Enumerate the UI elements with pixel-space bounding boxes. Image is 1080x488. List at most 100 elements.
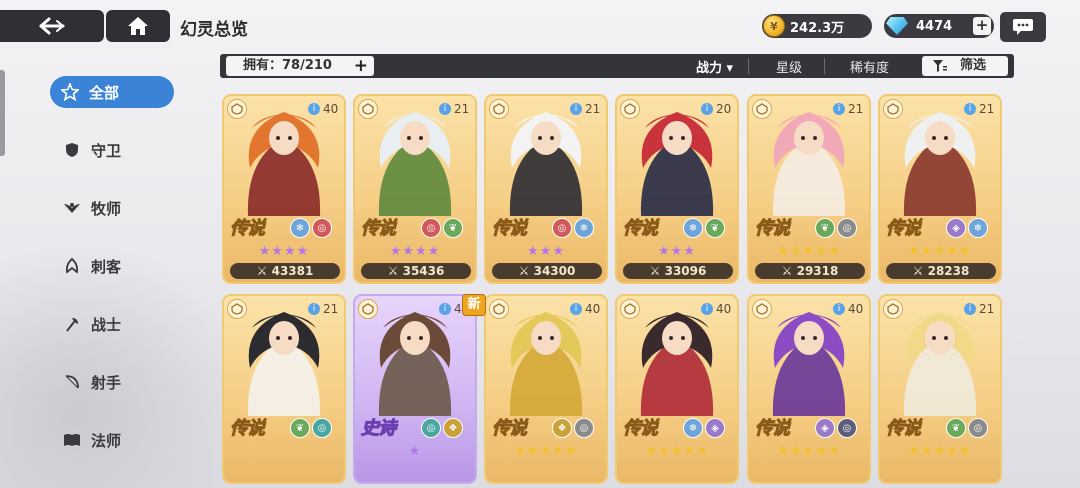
element-icons: ❦ ◎: [815, 218, 857, 238]
character-card[interactable]: i 21 传说 ❦ ◎ ★★★★★ ⚔ 29318: [747, 94, 871, 284]
chat-bubble-icon: [1013, 19, 1033, 35]
character-card[interactable]: i 40 传说 ◈ ◎ ★★★★★: [747, 294, 871, 484]
level-icon: i: [439, 103, 451, 115]
star-outline-icon: [59, 83, 81, 101]
level-icon: i: [964, 303, 976, 315]
home-button[interactable]: [106, 10, 170, 42]
void-element-icon: ◈: [815, 418, 835, 438]
void-element-icon: ◈: [946, 218, 966, 238]
sidebar-item-mage[interactable]: 法师: [52, 424, 174, 456]
swords-icon: ⚔: [256, 264, 272, 278]
level-indicator: i 21: [308, 302, 338, 316]
power-value: 29318: [796, 264, 839, 278]
character-card[interactable]: i40史诗◎❖★: [353, 294, 477, 484]
level-value: 40: [848, 302, 864, 316]
level-value: 21: [848, 102, 864, 116]
star-rating: ★: [408, 444, 422, 459]
gold-currency[interactable]: ¥ 242.3万: [762, 14, 872, 38]
character-card[interactable]: i 21 传说 ❦ ◎: [222, 294, 346, 484]
class-icon: [883, 99, 903, 119]
class-icon: [883, 299, 903, 319]
level-value: 21: [585, 102, 601, 116]
star-rating: ★★★★★: [908, 444, 972, 459]
level-icon: i: [833, 303, 845, 315]
top-bar: 幻灵总览 ¥ 242.3万 4474 +: [0, 10, 1080, 44]
divider: [824, 58, 825, 74]
star-rating: ★★★★★: [514, 444, 578, 459]
sidebar-item-guard[interactable]: 守卫: [52, 134, 174, 166]
sidebar-item-label: 刺客: [91, 257, 122, 276]
chat-button[interactable]: [1000, 12, 1046, 42]
sidebar-item-priest[interactable]: 牧师: [52, 192, 174, 224]
level-value: 40: [585, 302, 601, 316]
level-icon: i: [701, 103, 713, 115]
sort-rarity-button[interactable]: 稀有度: [850, 57, 889, 76]
class-icon: [620, 299, 640, 319]
sidebar-item-all[interactable]: 全部: [50, 76, 174, 108]
ice-element-icon: ❄: [968, 218, 988, 238]
swords-icon: ⚔: [518, 264, 534, 278]
wings-icon: [61, 201, 83, 215]
gem-currency: 4474 +: [884, 14, 994, 38]
level-value: 40: [716, 302, 732, 316]
new-badge: 新: [462, 294, 486, 316]
rarity-label: 传说: [886, 218, 922, 240]
water-element-icon: ◎: [312, 418, 332, 438]
level-value: 21: [979, 302, 995, 316]
rarity-label: 传说: [755, 418, 791, 440]
expand-capacity-button[interactable]: +: [354, 56, 368, 76]
book-icon: [61, 433, 83, 447]
star-rating: ★★★★★: [777, 244, 841, 259]
element-icons: ❄ ❦: [683, 218, 725, 238]
power-bar: ⚔ 43381: [230, 263, 340, 279]
owned-count-box[interactable]: 拥有：78/210 +: [226, 56, 374, 76]
level-value: 21: [979, 102, 995, 116]
level-icon: i: [833, 103, 845, 115]
sort-power-button[interactable]: 战力 ▾: [696, 57, 733, 76]
element-icons: ❦ ◎: [290, 418, 332, 438]
add-gems-button[interactable]: +: [973, 17, 991, 35]
wind-red-element-icon: ◎: [312, 218, 332, 238]
element-icons: ❖ ◎: [552, 418, 594, 438]
back-button[interactable]: [0, 10, 104, 42]
character-card[interactable]: i 40 传说 ❄ ◈ ★★★★★: [615, 294, 739, 484]
character-card[interactable]: i 21 传说 ◈ ❄ ★★★★★ ⚔ 28238: [878, 94, 1002, 284]
back-arrow-icon: [39, 17, 65, 35]
level-icon: i: [308, 103, 320, 115]
star-rating: ★★★★★: [645, 444, 709, 459]
class-icon: [489, 99, 509, 119]
power-bar: ⚔ 29318: [755, 263, 865, 279]
rarity-label: 传说: [755, 218, 791, 240]
sidebar-item-warrior[interactable]: 战士: [52, 308, 174, 340]
element-icons: ❄ ◈: [683, 418, 725, 438]
class-icon: [620, 99, 640, 119]
character-card[interactable]: i 40 传说 ❖ ◎ ★★★★★: [484, 294, 608, 484]
sidebar-item-archer[interactable]: 射手: [52, 366, 174, 398]
sidebar-item-label: 射手: [91, 373, 122, 392]
ice-element-icon: ❄: [683, 418, 703, 438]
filter-icon: [933, 60, 947, 72]
element-icons: ◎ ❄: [552, 218, 594, 238]
sort-star-button[interactable]: 星级: [776, 57, 802, 76]
element-icons: ❄ ◎: [290, 218, 332, 238]
class-icon: [489, 299, 509, 319]
character-card[interactable]: i 21 传说 ◎ ❦ ★★★★ ⚔ 35436: [353, 94, 477, 284]
sidebar-scrollbar[interactable]: [0, 70, 5, 156]
sidebar-item-assassin[interactable]: 刺客: [52, 250, 174, 282]
element-icons: ❦ ◎: [946, 418, 988, 438]
sidebar-item-label: 守卫: [91, 141, 122, 160]
character-card[interactable]: i 21 传说 ❦ ◎ ★★★★★: [878, 294, 1002, 484]
character-card[interactable]: i 20 传说 ❄ ❦ ★★★ ⚔ 33096: [615, 94, 739, 284]
level-indicator: i 21: [833, 102, 863, 116]
shield-icon: [61, 142, 83, 158]
sidebar-item-label: 牧师: [91, 199, 122, 218]
level-icon: i: [308, 303, 320, 315]
character-card[interactable]: i 21 传说 ◎ ❄ ★★★ ⚔ 34300: [484, 94, 608, 284]
swords-icon: ⚔: [912, 264, 928, 278]
character-card[interactable]: i 40 传说 ❄ ◎ ★★★★ ⚔ 43381: [222, 94, 346, 284]
level-icon: i: [439, 303, 451, 315]
dagger-icon: [61, 258, 83, 274]
leaf-element-icon: ❦: [815, 218, 835, 238]
power-value: 43381: [271, 264, 314, 278]
filter-button[interactable]: 筛选: [922, 56, 1008, 76]
